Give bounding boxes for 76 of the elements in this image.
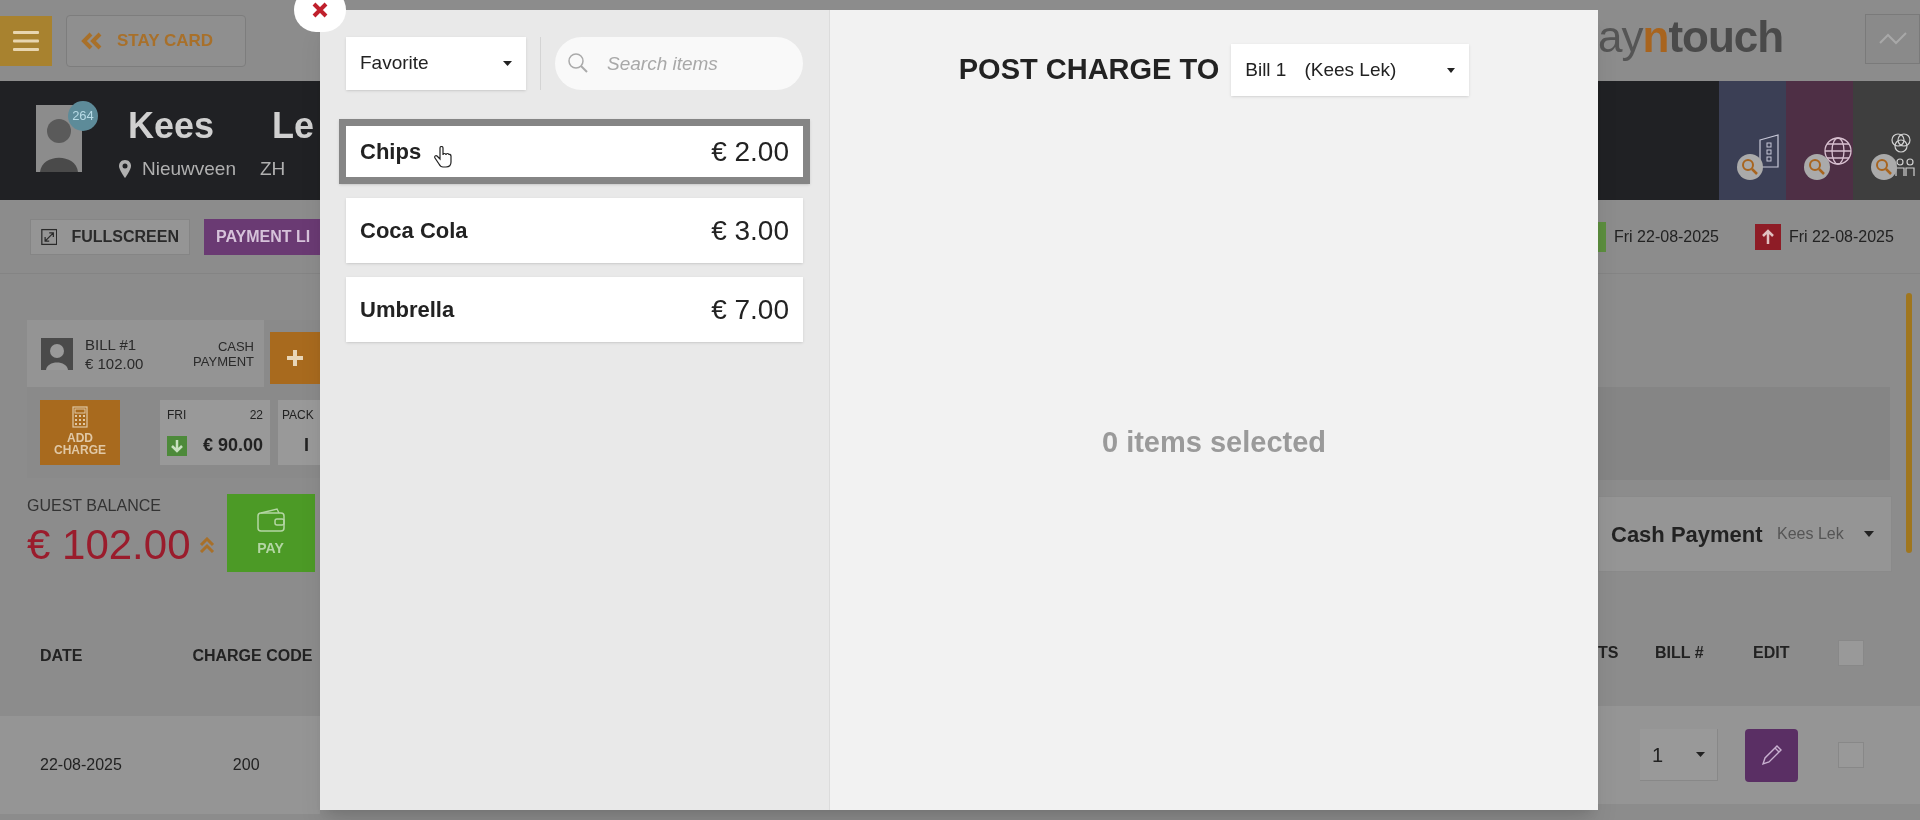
profile-tile[interactable] bbox=[1719, 81, 1786, 200]
magnifier-icon bbox=[1871, 154, 1897, 180]
double-chevron-left-icon bbox=[81, 31, 103, 50]
bill-select[interactable]: 1 bbox=[1640, 729, 1718, 781]
day-amount: € 90.00 bbox=[202, 434, 263, 457]
date-cell-text: 22-08-2025 bbox=[40, 755, 122, 775]
item-button[interactable]: Chips € 2.00 bbox=[339, 119, 810, 184]
magnifier-icon bbox=[1804, 154, 1830, 180]
caret-down-icon bbox=[503, 61, 512, 66]
add-bill-button[interactable] bbox=[270, 332, 320, 384]
payment-link-button[interactable]: PAYMENT LI bbox=[204, 218, 320, 255]
category-dropdown[interactable]: Favorite bbox=[346, 37, 526, 90]
double-chevron-up-icon bbox=[198, 537, 215, 553]
departure-date: Fri 22-08-2025 bbox=[1788, 226, 1894, 247]
caret-down-icon bbox=[1696, 752, 1705, 757]
payment-card[interactable]: Cash Payment Kees Lek bbox=[1598, 496, 1892, 572]
column-header: EDIT bbox=[1753, 643, 1791, 663]
day-date: 22 bbox=[249, 407, 263, 424]
line-chart-icon bbox=[1878, 31, 1907, 47]
column-header: BILL # bbox=[1655, 643, 1705, 663]
close-button[interactable] bbox=[294, 0, 346, 32]
column-header: TS bbox=[1598, 643, 1620, 663]
edit-button[interactable] bbox=[1745, 728, 1798, 782]
avatar-icon bbox=[41, 337, 73, 370]
balance-label: GUEST BALANCE bbox=[27, 496, 162, 516]
payment-type: CASH PAYMENT bbox=[192, 338, 254, 369]
guest-first-name: Kees bbox=[128, 105, 215, 147]
caret-down-icon bbox=[1863, 531, 1874, 537]
expand-icon bbox=[41, 226, 58, 247]
plus-icon bbox=[285, 348, 305, 368]
hand-cursor-icon bbox=[434, 146, 452, 168]
payment-method: Cash Payment bbox=[1611, 520, 1764, 549]
selection-summary: 0 items selected bbox=[1101, 425, 1327, 460]
location-pin-icon bbox=[118, 159, 132, 180]
close-icon bbox=[312, 2, 328, 18]
package-card[interactable]: PACK I bbox=[278, 400, 320, 465]
arrival-date: Fri 22-08-2025 bbox=[1614, 226, 1719, 247]
menu-icon bbox=[13, 29, 39, 52]
arrow-up-icon bbox=[1754, 223, 1781, 250]
package-value: I bbox=[304, 434, 310, 457]
caret-down-icon bbox=[1447, 67, 1456, 73]
charge-code-cell-text: 200 bbox=[232, 755, 260, 775]
column-header: DATE bbox=[40, 646, 83, 666]
weekday: FRI bbox=[167, 407, 187, 424]
count-badge: 264 bbox=[68, 101, 98, 131]
calculator-icon bbox=[72, 406, 88, 428]
profile-tile[interactable] bbox=[1786, 81, 1853, 200]
fullscreen-button[interactable]: FULLSCREEN bbox=[30, 218, 190, 255]
arrow-down-icon bbox=[167, 435, 187, 456]
bill-amount: € 102.00 bbox=[85, 353, 144, 373]
post-charge-label: POST CHARGE TO bbox=[958, 52, 1220, 88]
item-button[interactable]: Coca Cola € 3.00 bbox=[346, 198, 803, 263]
magnifier-icon bbox=[1737, 154, 1763, 180]
profile-tile[interactable] bbox=[1853, 81, 1920, 200]
search-field[interactable]: Search items bbox=[555, 37, 803, 90]
bill-tab[interactable]: BILL #1 € 102.00 CASH PAYMENT bbox=[27, 320, 264, 387]
item-button[interactable]: Umbrella € 7.00 bbox=[346, 277, 803, 342]
guest-region: ZH bbox=[260, 157, 286, 181]
pencil-icon bbox=[1759, 743, 1784, 767]
balance-amount: € 102.00 bbox=[27, 520, 191, 570]
bill-dropdown[interactable]: Bill 1 (Kees Lek) bbox=[1231, 44, 1470, 96]
scrollbar[interactable] bbox=[1906, 293, 1912, 553]
package-label: PACK bbox=[282, 407, 315, 424]
globe-icon bbox=[1822, 136, 1853, 166]
bill-title: BILL #1 bbox=[85, 334, 138, 354]
guest-last-name: Le bbox=[272, 105, 315, 147]
building-icon bbox=[1758, 134, 1779, 168]
payer-name: Kees Lek bbox=[1777, 524, 1844, 544]
day-card[interactable]: FRI 22 € 90.00 bbox=[160, 400, 270, 465]
arrival-marker bbox=[1598, 221, 1606, 252]
search-icon bbox=[567, 52, 589, 74]
chart-button[interactable] bbox=[1865, 14, 1920, 64]
wallet-icon bbox=[256, 507, 285, 532]
column-header: CHARGE CODE bbox=[192, 646, 313, 666]
guest-city: Nieuwveen bbox=[142, 157, 236, 181]
menu-button[interactable] bbox=[0, 15, 52, 66]
